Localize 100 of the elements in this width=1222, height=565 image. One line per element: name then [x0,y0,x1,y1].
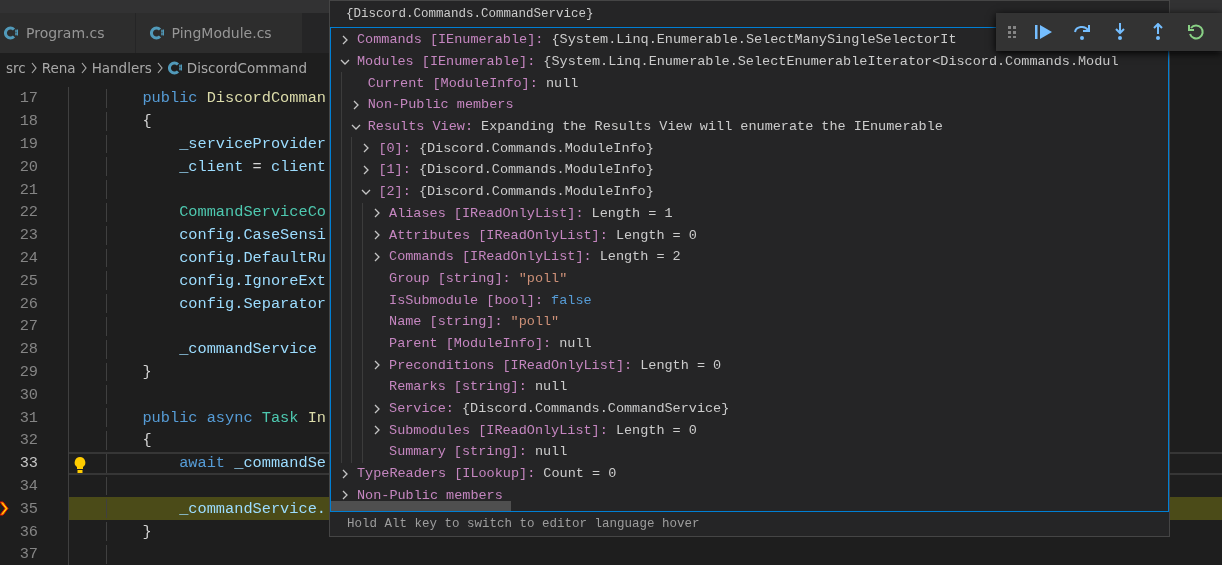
code-line: public async Task In [142,408,327,427]
line-number: 17 [19,89,38,108]
line-number: 30 [19,385,38,404]
variable-name[interactable]: Commands [IEnumerable]: [357,32,544,48]
code-line: } [142,362,152,381]
line-number: 24 [19,248,38,267]
variable-name[interactable]: [0]: [378,140,411,156]
chevron-right-icon[interactable] [340,490,350,501]
line-number: 29 [19,362,38,381]
code-line: CommandServiceCo [179,203,326,222]
variable-value: Expanding the Results View will enumerate the IEnumerable [480,119,943,135]
restart-button[interactable] [1186,22,1206,42]
variable-name[interactable]: Non-Public members [357,487,503,503]
hover-title: {Discord.Commands.CommandService} [345,6,595,23]
line-number: 20 [19,157,38,176]
line-number: 35 [19,499,38,518]
chevron-right-icon[interactable] [340,468,350,479]
chevron-right-icon [29,62,38,74]
variable-value: {Discord.Commands.CommandService} [460,401,730,417]
editor-tab[interactable]: PingModule.cs [135,13,303,53]
variable-value: null [533,444,568,460]
breadcrumb[interactable]: DiscordCommand [167,60,307,76]
line-number: 32 [19,431,38,450]
step-into-icon [1113,23,1127,41]
code-line: { [142,112,152,131]
variable-value: Length = 0 [614,227,697,243]
code-line: config.IgnoreExt [179,271,326,290]
variable-name[interactable]: Commands [IReadOnlyList]: [389,249,592,265]
continue-button[interactable] [1034,22,1054,42]
line-number: 22 [19,203,38,222]
variable-name[interactable]: Preconditions [IReadOnlyList]: [389,357,633,373]
code-line: _commandService. [179,499,326,518]
line-number: 31 [19,408,38,427]
chevron-right-icon [79,62,88,74]
variable-name[interactable]: IsSubmodule [bool]: [389,292,543,308]
lightbulb-icon[interactable] [73,455,87,474]
variable-name[interactable]: Attributes [IReadOnlyList]: [389,227,608,243]
csharp-file-icon [167,61,182,75]
variable-name[interactable]: TypeReaders [ILookup]: [357,466,536,482]
chevron-right-icon [155,62,164,74]
code-line: } [142,522,152,541]
variable-name[interactable]: Modules [IEnumerable]: [357,54,536,70]
hover-hint: Hold Alt key to switch to editor language hover [346,516,701,533]
variable-name[interactable]: Remarks [string]: [389,379,527,395]
variable-name[interactable]: Group [string]: [389,270,511,286]
line-number: 19 [19,135,38,153]
step-over-button[interactable] [1072,22,1092,42]
step-out-icon [1151,23,1165,41]
variable-value: Length = 0 [614,422,697,438]
editor-tab[interactable]: Program.cs [0,13,136,53]
code-line: await _commandSe [179,454,326,473]
variable-value: {Discord.Commands.ModuleInfo} [417,184,654,200]
variable-value: {System.Linq.Enumerable.SelectEnumerableIterator<Discord.Commands.Modul [542,54,1119,70]
continue-icon [1035,24,1053,40]
restart-icon [1187,23,1205,41]
line-number: 37 [19,545,38,564]
code-line: _serviceProvider [179,135,326,153]
line-number: 25 [19,271,38,290]
variable-value: Length = 2 [598,249,681,265]
variable-name[interactable]: Non-Public members [367,97,514,113]
variable-name[interactable]: [2]: [378,184,411,200]
code-line: config.DefaultRu [179,248,326,267]
variable-name[interactable]: Current [ModuleInfo]: [367,75,538,91]
variable-name[interactable]: Summary [string]: [389,444,527,460]
line-number: 18 [19,112,38,131]
line-number: 36 [19,522,38,541]
code-line: public DiscordComman [142,89,327,108]
code-line: _client = client [179,157,327,176]
variable-value: Count = 0 [542,466,617,482]
line-number: 21 [19,180,38,199]
variable-value: "poll" [517,270,568,286]
variable-value: "poll" [509,314,560,330]
breadcrumb[interactable]: Rena [41,60,76,76]
variable-value: null [558,335,592,351]
line-number: 33 [19,454,38,473]
variable-name[interactable]: Aliases [IReadOnlyList]: [389,205,584,221]
code-line: _commandService [179,340,317,359]
variable-name[interactable]: Parent [ModuleInfo]: [389,335,552,351]
drag-handle-icon[interactable] [1008,26,1016,38]
scrollbar-thumb[interactable] [331,501,511,511]
breadcrumb[interactable]: src [6,60,26,76]
chevron-right-icon[interactable] [340,34,350,45]
step-over-icon [1073,23,1091,41]
variable-value: Length = 0 [639,357,722,373]
breadcrumb[interactable]: Handlers [91,60,152,76]
variable-name[interactable]: [1]: [378,162,411,178]
csharp-file-icon [4,26,18,40]
variable-value: {System.Linq.Enumerable.SelectManySingleSelectorIt [550,32,957,48]
variable-value: false [550,292,592,308]
code-line: { [142,431,152,450]
line-number: 27 [19,317,38,336]
variable-value: {Discord.Commands.ModuleInfo} [417,162,654,178]
variable-value: Length = 1 [590,205,673,221]
variable-name[interactable]: Name [string]: [389,314,503,330]
variable-name[interactable]: Submodules [IReadOnlyList]: [389,422,608,438]
variable-value: null [544,75,579,91]
variable-name[interactable]: Results View: [367,119,473,135]
variable-name[interactable]: Service: [389,401,454,417]
code-line: config.Separator [179,294,326,313]
csharp-file-icon [149,26,164,40]
